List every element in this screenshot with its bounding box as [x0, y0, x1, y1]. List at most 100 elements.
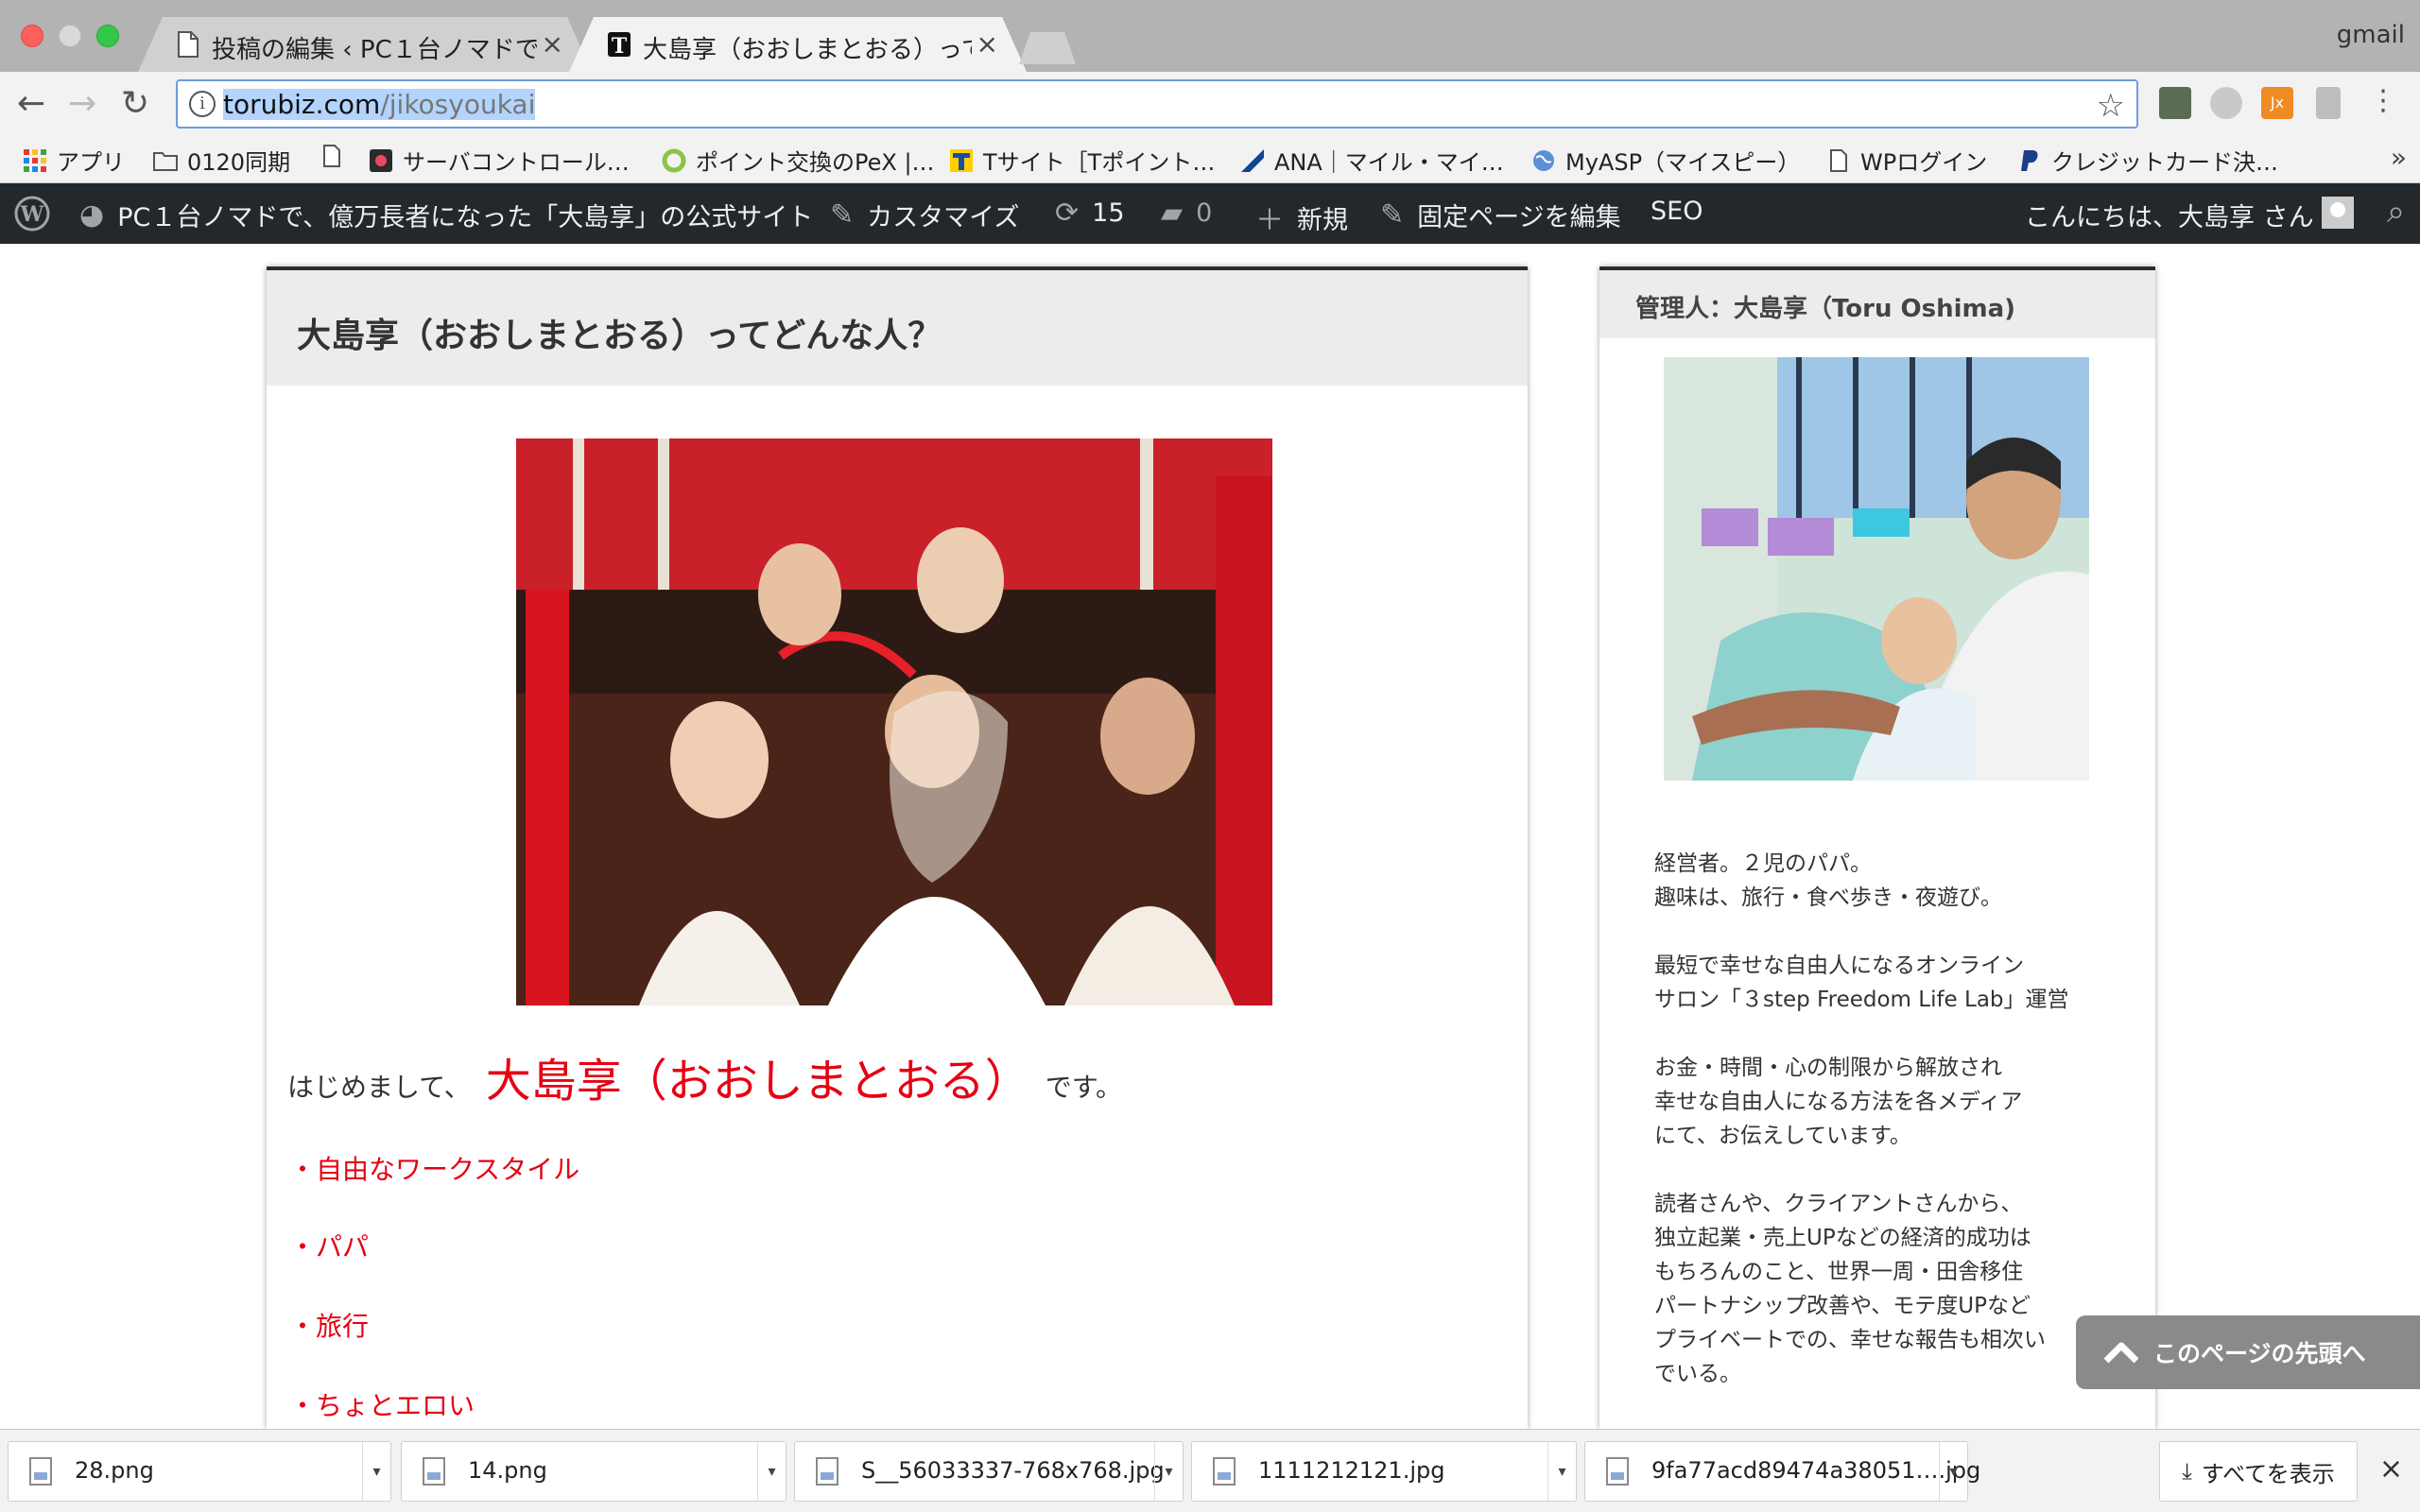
- admin-edit-page[interactable]: ✎ 固定ページを編集: [1380, 197, 1621, 233]
- admin-seo[interactable]: SEO: [1651, 197, 1703, 226]
- dashboard-icon: ◕: [79, 198, 105, 232]
- bullet-item: ・自由なワークスタイル: [289, 1154, 580, 1185]
- bookmark-pex[interactable]: ポイント交換のPeX |…: [662, 144, 935, 177]
- bullet-item: ・ちょとエロい: [289, 1390, 475, 1421]
- back-to-top-button[interactable]: このページの先頭へ: [2076, 1315, 2420, 1389]
- comment-icon: ▰: [1161, 197, 1184, 230]
- bullet-item: ・パパ: [289, 1231, 370, 1263]
- bookmark-server-control[interactable]: サーバコントロール…: [369, 144, 630, 177]
- bookmarks-overflow-icon[interactable]: »: [2391, 142, 2407, 173]
- intro-name: 大島享（おおしまとおる）: [485, 1055, 1030, 1108]
- image-file-icon: [816, 1457, 838, 1486]
- sidebar-bio: 経営者。２児のパパ。 趣味は、旅行・食べ歩き・夜遊び。 最短で幸せな自由人になる…: [1654, 847, 2127, 1425]
- download-filename: 1111212121.jpg: [1258, 1457, 1445, 1484]
- chevron-down-icon[interactable]: ▾: [1547, 1442, 1576, 1501]
- profile-name[interactable]: gmail: [2337, 21, 2405, 49]
- bookmark-star-icon[interactable]: ☆: [2097, 87, 2125, 125]
- maximize-window-button[interactable]: [96, 25, 119, 47]
- download-item[interactable]: 9fa77acd89474a38051….jpg ▾: [1584, 1441, 1980, 1502]
- chevron-down-icon[interactable]: ▾: [757, 1442, 786, 1501]
- close-icon[interactable]: ×: [2379, 1452, 2403, 1486]
- svg-text:T: T: [612, 34, 628, 59]
- pex-icon: [662, 148, 686, 172]
- page-icon: [323, 145, 340, 167]
- close-tab-icon[interactable]: ×: [977, 28, 998, 60]
- image-file-icon: [29, 1457, 52, 1486]
- admin-site-name[interactable]: ◕ PC１台ノマドで、億万長者になった「大島享」の公式サイト: [79, 197, 813, 233]
- bookmark-folder[interactable]: 0120同期: [153, 144, 290, 177]
- tab-profile-page[interactable]: T 大島享（おおしまとおる）ってど ×: [569, 17, 1027, 72]
- admin-new[interactable]: ＋ 新規: [1255, 197, 1348, 238]
- bookmark-page[interactable]: [320, 144, 354, 168]
- image-file-icon: [1606, 1457, 1629, 1486]
- chevron-down-icon[interactable]: ▾: [1154, 1442, 1183, 1501]
- admin-comments[interactable]: ▰ 0: [1161, 197, 1212, 230]
- address-bar[interactable]: i torubiz.com/jikosyoukai ☆: [176, 79, 2138, 129]
- main-article: 大島享（おおしまとおる）ってどんな人？ はじめまして、 大島享（おおしまとおる）: [267, 266, 1528, 1429]
- download-shelf: 28.png ▾ 14.png ▾ S__56033337-768x768.jp…: [0, 1429, 2420, 1512]
- sidebar-title: 管理人：大島享（Toru Oshima): [1599, 270, 2155, 338]
- tab-strip: 投稿の編集 ‹ PC１台ノマドで、億 × T 大島享（おおしまとおる）ってど ×…: [0, 0, 2420, 72]
- wordpress-logo-icon[interactable]: W: [13, 195, 51, 232]
- page-icon: [1830, 148, 1847, 172]
- download-item[interactable]: S__56033337-768x768.jpg ▾: [794, 1441, 1184, 1502]
- wp-admin-bar: W ◕ PC１台ノマドで、億万長者になった「大島享」の公式サイト ✎ カスタマイ…: [0, 183, 2420, 244]
- tab-title: 大島享（おおしまとおる）ってど: [643, 36, 961, 64]
- minimize-window-button[interactable]: [59, 25, 81, 47]
- download-filename: 28.png: [75, 1457, 154, 1484]
- globe-icon: [1533, 149, 1554, 171]
- jx-extension-icon[interactable]: Jx: [2261, 87, 2293, 119]
- plus-icon: ＋: [1255, 204, 1284, 237]
- bookmark-wp-login[interactable]: WPログイン: [1826, 144, 1987, 177]
- avatar[interactable]: [2322, 197, 2354, 229]
- admin-greeting[interactable]: こんにちは、大島享 さん: [2025, 197, 2314, 233]
- search-icon[interactable]: ⌕: [2387, 193, 2405, 231]
- server-icon: [370, 148, 392, 172]
- download-item[interactable]: 28.png ▾: [8, 1441, 391, 1502]
- paypal-icon: [2021, 149, 2038, 171]
- apps-grid-icon: [24, 148, 46, 172]
- bookmark-tsite[interactable]: Tサイト［Tポイント…: [949, 144, 1215, 177]
- bookmark-myasp[interactable]: MyASP（マイスピー）: [1531, 144, 1800, 177]
- evernote-extension-icon[interactable]: [2159, 87, 2191, 119]
- chevron-up-icon: [2103, 1342, 2139, 1364]
- download-filename: 14.png: [468, 1457, 547, 1484]
- close-window-button[interactable]: [21, 25, 43, 47]
- folder-icon: [153, 151, 178, 171]
- site-logo-icon: T: [607, 30, 631, 59]
- chevron-down-icon[interactable]: ▾: [362, 1442, 390, 1501]
- download-filename: 9fa77acd89474a38051….jpg: [1651, 1457, 1981, 1484]
- admin-customize[interactable]: ✎ カスタマイズ: [830, 197, 1019, 233]
- drive-extension-icon[interactable]: [2210, 87, 2242, 119]
- extension-icon[interactable]: [2316, 87, 2341, 119]
- download-item[interactable]: 1111212121.jpg ▾: [1191, 1441, 1577, 1502]
- bio-paragraph: お金・時間・心の制限から解放され 幸せな自由人になる方法を各メディア にて、お伝…: [1654, 1056, 2023, 1148]
- back-arrow-icon[interactable]: ←: [17, 85, 45, 123]
- reload-icon[interactable]: ↻: [121, 85, 149, 123]
- pencil-icon: ✎: [1380, 198, 1405, 232]
- forward-arrow-icon[interactable]: →: [68, 85, 96, 123]
- info-icon[interactable]: i: [189, 91, 216, 117]
- download-icon: ⤓: [2182, 1458, 2192, 1485]
- brush-icon: ✎: [830, 198, 855, 232]
- bullet-item: ・旅行: [289, 1311, 370, 1342]
- page-title: 大島享（おおしまとおる）ってどんな人？: [267, 270, 1528, 386]
- close-tab-icon[interactable]: ×: [542, 28, 563, 60]
- group-photo: [516, 438, 1272, 1005]
- url-text[interactable]: torubiz.com/jikosyoukai: [223, 89, 536, 120]
- image-file-icon: [1213, 1457, 1236, 1486]
- show-all-downloads-button[interactable]: ⤓ すべてを表示: [2159, 1441, 2358, 1502]
- tab-edit-post[interactable]: 投稿の編集 ‹ PC１台ノマドで、億 ×: [138, 17, 592, 72]
- download-item[interactable]: 14.png ▾: [401, 1441, 786, 1502]
- new-tab-button[interactable]: [1019, 32, 1076, 64]
- admin-updates[interactable]: ⟳ 15: [1055, 197, 1125, 230]
- chevron-down-icon[interactable]: ▾: [1939, 1442, 1967, 1501]
- image-file-icon: [423, 1457, 445, 1486]
- intro-suffix: です。: [1045, 1072, 1122, 1103]
- svg-text:W: W: [20, 202, 44, 227]
- bookmark-apps[interactable]: アプリ: [23, 144, 125, 177]
- bookmark-ana[interactable]: ANA｜マイル・マイ…: [1240, 144, 1504, 177]
- intro-greeting: はじめまして、: [287, 1072, 471, 1103]
- menu-dots-icon[interactable]: ⋮: [2369, 87, 2401, 119]
- bookmark-credit-card[interactable]: クレジットカード決…: [2017, 144, 2278, 177]
